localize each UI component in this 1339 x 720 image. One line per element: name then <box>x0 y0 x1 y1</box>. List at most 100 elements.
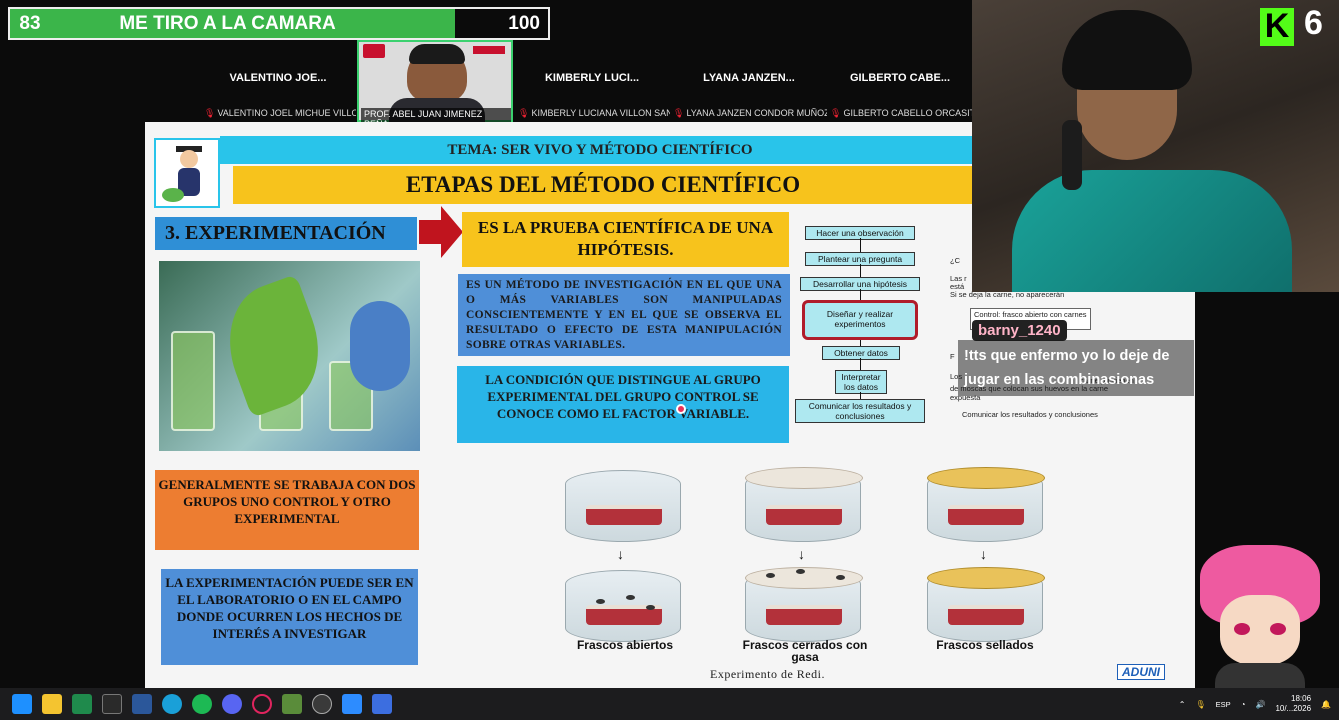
stream-goal-bar: 83 ME TIRO A LA CAMARA 100 <box>8 7 550 40</box>
mic-off-icon: 🎙 <box>204 108 216 118</box>
jar-label: Frascos sellados <box>936 638 1034 652</box>
lab-plant-photo <box>159 261 420 451</box>
fly-icon <box>596 599 605 604</box>
seal-lid <box>927 567 1045 589</box>
participant-caption-text: LYANA JANZEN CONDOR MUÑOZ <box>686 108 827 118</box>
zoom-participant-strip: VALENTINO JOE... 🎙 VALENTINO JOEL MICHUE … <box>200 40 972 130</box>
meat <box>948 605 1024 625</box>
variable-factor-box: LA CONDICIÓN QUE DISTINGUE AL GRUPO EXPE… <box>457 366 789 443</box>
mascot-face <box>1220 595 1300 665</box>
gauze-jar <box>745 467 863 542</box>
minecraft-icon[interactable] <box>282 694 302 714</box>
spotify-icon[interactable] <box>192 694 212 714</box>
down-arrow-icon: ↓ <box>980 546 987 562</box>
test-jar <box>171 331 215 431</box>
definition-box: ES LA PRUEBA CIENTÍFICA DE UNA HIPÓTESIS… <box>462 212 789 267</box>
meat <box>586 505 662 525</box>
gloved-hand <box>350 301 410 391</box>
scientist-head <box>180 150 198 168</box>
slide-topic: TEMA: SER VIVO Y MÉTODO CIENTÍFICO <box>220 136 980 164</box>
participant-caption: 🎙GILBERTO CABELLO ORCASITAS <box>828 108 972 119</box>
participant-tile[interactable]: LYANA JANZEN... 🎙 LYANA JANZEN CONDOR MUÑ… <box>671 40 827 122</box>
file-explorer-icon[interactable] <box>42 694 62 714</box>
word-icon[interactable] <box>132 694 152 714</box>
kick-logo-letter: K <box>1264 7 1290 45</box>
scientific-method-flowchart: Hacer una observación Plantear una pregu… <box>795 222 940 423</box>
step-label: 3. EXPERIMENTACIÓN <box>155 217 417 250</box>
clock-date: 10/...2026 <box>1275 704 1312 713</box>
epic-games-icon[interactable] <box>102 694 122 714</box>
participant-name: KIMBERLY LUCI... <box>544 72 640 84</box>
windows-start-icon[interactable] <box>12 694 32 714</box>
flow2-text: Comunicar los resultados y conclusiones <box>962 410 1098 419</box>
method-description-box: ES UN MÉTODO DE INVESTIGACIÓN EN EL QUE … <box>458 274 790 356</box>
flow2-text: ¿C <box>950 256 960 265</box>
groups-note-box: GENERALMENTE SE TRABAJA CON DOS GRUPOS U… <box>155 470 419 550</box>
flow-step: Obtener datos <box>822 346 900 360</box>
participant-name: LYANA JANZEN... <box>703 72 795 84</box>
teacher-hair <box>409 44 465 64</box>
participant-caption-text: KIMBERLY LUCIANA VILLON SAN... <box>531 108 670 118</box>
annotation-cursor <box>676 404 686 414</box>
excel-icon[interactable] <box>72 694 92 714</box>
app-icon[interactable] <box>372 694 392 714</box>
flow-step: Comunicar los resultados y conclusiones <box>795 399 925 423</box>
zoom-icon[interactable] <box>342 694 362 714</box>
system-tray: ⌃ 🎙 ESP ◔ 🔊 18:06 10/...2026 🔔 <box>1179 688 1331 720</box>
flow2-text: F <box>950 352 955 361</box>
flow-connector <box>860 264 861 278</box>
clock[interactable]: 18:06 10/...2026 <box>1275 694 1311 714</box>
down-arrow-icon: ↓ <box>798 546 805 562</box>
goal-bar-left: 83 ME TIRO A LA CAMARA <box>10 9 455 38</box>
participant-tile[interactable]: GILBERTO CABE... 🎙 GILBERTO CABELLO ORCAS… <box>828 40 972 122</box>
notification-icon[interactable]: 🔔 <box>1321 700 1331 709</box>
fly-icon <box>646 605 655 610</box>
open-jar-with-flies <box>565 570 681 642</box>
meat <box>766 605 842 625</box>
mic-off-icon: 🎙 <box>673 108 685 118</box>
mascot-eye <box>1270 623 1286 635</box>
jar-label: Frascos cerrados con gasa <box>742 638 868 664</box>
sealed-jar <box>927 467 1045 542</box>
goal-left-count: 83 <box>19 12 41 34</box>
chat-message: !tts que enfermo yo lo deje de jugar en … <box>958 340 1194 396</box>
obs-icon[interactable] <box>312 694 332 714</box>
slide-title: ETAPAS DEL MÉTODO CIENTÍFICO <box>233 166 973 204</box>
participant-tile[interactable]: KIMBERLY LUCI... 🎙 KIMBERLY LUCIANA VILLO… <box>514 40 670 122</box>
microphone-icon[interactable]: 🎙 <box>1195 700 1205 709</box>
participant-caption: 🎙 LYANA JANZEN CONDOR MUÑOZ <box>671 108 827 119</box>
fly-icon <box>626 595 635 600</box>
chevron-up-icon[interactable]: ⌃ <box>1179 700 1186 709</box>
plant-leaf <box>211 274 337 418</box>
participant-tile-active-speaker[interactable]: PROF. ABEL JUAN JIMENEZ PEÑA <box>357 40 513 130</box>
clock-time: 18:06 <box>1291 694 1312 703</box>
participant-caption-text: GILBERTO CABELLO ORCASITAS <box>843 108 972 118</box>
gauze-cover <box>745 467 863 489</box>
flow2-text: Control: frasco abierto con carnes <box>974 310 1087 319</box>
edge-icon[interactable] <box>162 694 182 714</box>
language-indicator[interactable]: ESP <box>1216 700 1231 709</box>
participant-name: GILBERTO CABE... <box>849 72 951 84</box>
meat <box>948 505 1024 525</box>
streamer-hair <box>1062 10 1192 90</box>
mic-off-icon: 🎙 <box>830 108 842 118</box>
gauze-jar-with-flies <box>745 567 863 642</box>
discord-icon[interactable] <box>222 694 242 714</box>
jar-label: Frascos abiertos <box>576 638 674 652</box>
anime-mascot-overlay <box>1190 545 1330 690</box>
meat <box>766 505 842 525</box>
kick-counter: 6 <box>1304 4 1323 42</box>
chat-username: barny_1240 <box>972 320 1067 341</box>
network-icon[interactable]: ◔ <box>1241 700 1246 709</box>
fly-icon <box>836 575 845 580</box>
opera-gx-icon[interactable] <box>252 694 272 714</box>
school-logo-icon <box>363 44 385 58</box>
volume-icon[interactable]: 🔊 <box>1255 700 1265 709</box>
open-jar <box>565 470 681 542</box>
participant-tile[interactable]: VALENTINO JOE... 🎙 VALENTINO JOEL MICHUE … <box>200 40 356 122</box>
windows-taskbar: ⌃ 🎙 ESP ◔ 🔊 18:06 10/...2026 🔔 <box>0 688 1339 720</box>
seal-lid <box>927 467 1045 489</box>
down-arrow-icon: ↓ <box>617 546 624 562</box>
frog-icon <box>162 188 184 202</box>
sealed-jar-after <box>927 567 1045 642</box>
